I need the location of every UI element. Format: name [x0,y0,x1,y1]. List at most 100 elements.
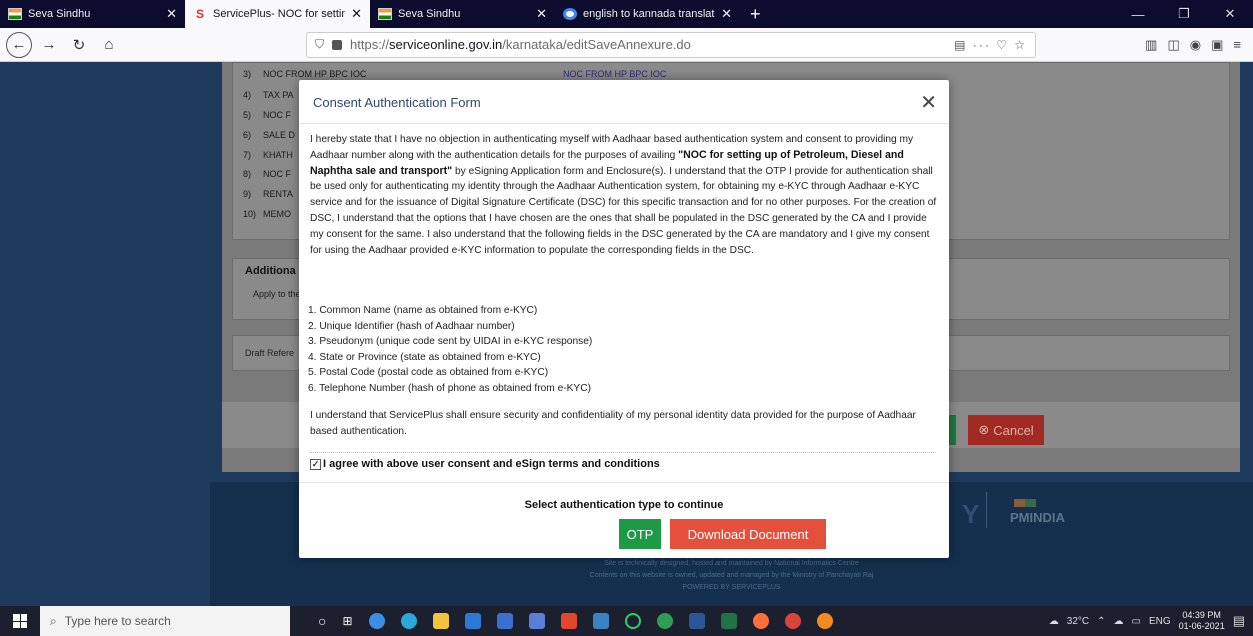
url-prefix: https:// [350,37,390,52]
download-document-button[interactable]: Download Document [670,519,826,549]
annexure-item: 3) NOC FROM HP BPC IOC [243,69,367,79]
annexure-item: 9) RENTA [243,189,293,199]
browser-tab-bar: Seva Sindhu ✕ S ServicePlus- NOC for set… [0,0,1253,28]
cancel-button[interactable]: ⊗ Cancel [968,415,1044,445]
media-icon[interactable] [656,613,673,629]
modal-title: Consent Authentication Form [313,95,481,110]
back-icon[interactable]: ← [6,31,32,58]
restore-icon[interactable]: ❐ [1161,0,1207,28]
windows-taskbar: ⌕ Type here to search ○ ⊞ ☁ 32°C ⌃ ☁ ▭ E… [0,606,1253,636]
weather-icon[interactable]: ☁ [1049,616,1059,627]
taskbar-search[interactable]: ⌕ Type here to search [40,606,290,636]
annexure-item: 4) TAX PA [243,90,294,100]
system-tray: ☁ 32°C ⌃ ☁ ▭ ENG 04:39 PM 01-06-2021 ▤ [1049,610,1253,632]
cancel-circle-icon: ⊗ [978,422,990,437]
tab-close-icon[interactable]: ✕ [351,6,362,22]
edge-alt-icon[interactable] [816,613,833,629]
noc-link[interactable]: NOC FROM HP BPC IOC [563,69,666,79]
close-window-icon[interactable]: ✕ [1207,0,1253,28]
forward-icon[interactable]: → [36,32,62,58]
seva-sindhu-favicon-icon [378,8,392,20]
menu-icon[interactable]: ≡ [1233,37,1241,53]
draft-reference-label: Draft Refere [245,348,295,358]
url-bar[interactable]: ⛉ https://serviceonline.gov.in/karnataka… [306,31,1036,58]
google-favicon-icon [563,8,577,20]
footer-divider [986,492,987,528]
shield-icon: ⛉ [315,37,325,51]
office-icon[interactable] [560,613,577,629]
search-icon: ⌕ [50,613,57,628]
mail-icon[interactable] [464,613,481,629]
agree-checkbox[interactable]: ✓ [310,458,321,470]
dsc-field-item: 6. Telephone Number (hash of phone as ob… [308,382,591,394]
taskbar-apps: ○ ⊞ [318,613,833,629]
notifications-icon[interactable]: ▤ [1233,613,1245,629]
serviceplus-favicon-icon: S [195,7,204,21]
lock-icon [332,39,343,50]
annexure-item: 10) MEMO [243,209,291,219]
agree-divider [310,452,936,453]
search-placeholder: Type here to search [64,614,171,628]
tab-serviceplus[interactable]: S ServicePlus- NOC for setting up ✕ [185,0,370,28]
page-actions-icon[interactable]: ▤ ··· ♡ ☆ [954,38,1027,52]
consent-authentication-modal: Consent Authentication Form ✕ I hereby s… [299,80,949,558]
consent-paragraph: I hereby state that I have no objection … [310,134,937,256]
additional-title: Additiona [245,265,296,277]
annexure-item: 7) KHATH [243,150,293,160]
select-auth-label: Select authentication type to continue [524,499,724,511]
tab-translator[interactable]: english to kannada translator - ✕ [555,0,740,28]
photos-icon[interactable] [592,613,609,629]
annexure-item: 5) NOC F [243,110,291,120]
modal-close-button[interactable]: ✕ [920,90,937,114]
minimize-icon[interactable]: — [1115,0,1161,28]
url-path: /karnataka/editSaveAnnexure.do [502,37,691,52]
annexure-item: 8) NOC F [243,169,291,179]
pocket-icon[interactable]: ▣ [1211,37,1223,53]
library-icon[interactable]: ▥ [1145,37,1157,53]
tray-chevron-icon[interactable]: ⌃ [1097,616,1105,627]
clock[interactable]: 04:39 PM 01-06-2021 [1179,610,1225,632]
home-icon[interactable]: ⌂ [96,32,122,58]
tab-label: Seva Sindhu [28,8,91,20]
firefox-icon[interactable] [752,613,769,629]
tab-label: english to kannada translator - [583,8,715,20]
pmindia-logo[interactable]: PMINDIA [1010,510,1065,525]
network-icon[interactable]: ☁ [1114,616,1124,627]
edge-icon[interactable] [400,613,417,629]
language-indicator[interactable]: ENG [1149,616,1171,627]
otp-button[interactable]: OTP [619,519,661,549]
sidebar-icon[interactable]: ◫ [1167,37,1179,53]
cortana-ring-icon[interactable] [624,613,641,629]
app-icon[interactable] [528,613,545,629]
account-icon[interactable]: ◉ [1190,37,1201,53]
dsc-fields-list: 1. Common Name (name as obtained from e-… [308,303,592,397]
footer-logo-fragment: Y [962,499,980,529]
chrome-alt-icon[interactable] [784,613,801,629]
tab-close-icon[interactable]: ✕ [536,6,547,22]
battery-icon[interactable]: ▭ [1132,616,1141,627]
seva-sindhu-favicon-icon [8,8,22,20]
agree-row[interactable]: ✓ I agree with above user consent and eS… [310,458,660,470]
tab-close-icon[interactable]: ✕ [721,6,732,22]
store-icon[interactable] [496,613,513,629]
reload-icon[interactable]: ↻ [66,32,92,58]
file-explorer-icon[interactable] [432,613,449,629]
tab-close-icon[interactable]: ✕ [166,6,177,22]
agree-label: I agree with above user consent and eSig… [323,458,660,470]
window-controls: — ❐ ✕ [1115,0,1253,28]
new-tab-icon[interactable]: + [740,0,771,28]
dsc-field-item: 2. Unique Identifier (hash of Aadhaar nu… [308,320,515,332]
start-button[interactable] [0,606,40,636]
tab-seva-sindhu-2[interactable]: Seva Sindhu ✕ [370,0,555,28]
footer-line: Site is technically designed, hosted and… [604,560,859,567]
cortana-icon[interactable]: ○ [318,613,326,629]
chrome-icon[interactable] [368,613,385,629]
word-icon[interactable] [688,613,705,629]
tab-seva-sindhu-1[interactable]: Seva Sindhu ✕ [0,0,185,28]
modal-header-divider [299,123,949,124]
task-view-icon[interactable]: ⊞ [342,614,352,628]
dsc-field-item: 3. Pseudonym (unique code sent by UIDAI … [308,336,593,348]
excel-icon[interactable] [720,613,737,629]
security-paragraph: I understand that ServicePlus shall ensu… [310,410,916,437]
modal-footer-divider [299,482,949,483]
